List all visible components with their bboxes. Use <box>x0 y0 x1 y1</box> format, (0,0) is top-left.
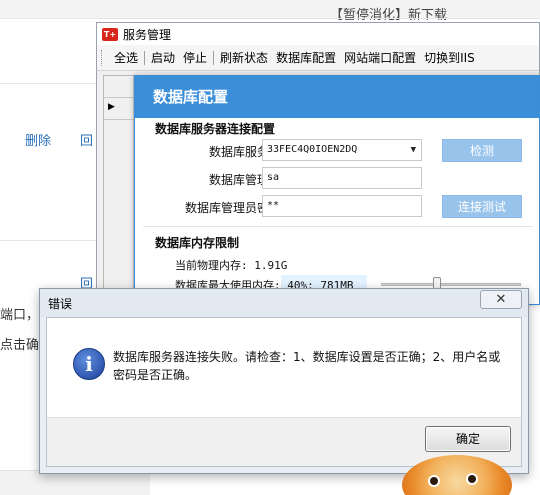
service-toolbar: 全选 启动 停止 刷新状态 数据库配置 网站端口配置 切换到IIS <box>97 45 539 71</box>
toolbar-separator <box>213 50 215 65</box>
memory-section-title: 数据库内存限制 <box>155 236 240 250</box>
toolbar-separator <box>144 50 146 65</box>
db-config-button[interactable]: 数据库配置 <box>272 49 340 66</box>
error-dialog: 错误 ✕ i 数据库服务器连接失败。请检查：1、数据库设置是否正确；2、用户名或… <box>39 288 529 474</box>
connection-section-title: 数据库服务器连接配置 <box>155 122 276 136</box>
section-divider <box>143 226 533 227</box>
divider <box>0 240 100 241</box>
admin-input[interactable]: sa <box>262 167 422 189</box>
physical-memory-text: 当前物理内存: 1.91G <box>175 259 288 272</box>
refresh-status-button[interactable]: 刷新状态 <box>216 49 272 66</box>
db-config-dialog: 数据库配置 数据库服务器连接配置 数据库服务器 33FEC4Q0IOEN2DQ … <box>134 75 540 305</box>
mascot-eye <box>466 473 478 485</box>
password-label: 数据库管理员密码 <box>184 201 281 215</box>
stop-button[interactable]: 停止 <box>179 49 211 66</box>
grid-header-cell <box>104 76 133 98</box>
memory-slider-track[interactable] <box>381 283 521 286</box>
current-row-arrow-icon: ▶ <box>108 102 115 112</box>
error-message: 数据库服务器连接失败。请检查：1、数据库设置是否正确；2、用户名或密码是否正确。 <box>113 350 501 382</box>
close-button[interactable]: ✕ <box>480 290 522 309</box>
error-body: i 数据库服务器连接失败。请检查：1、数据库设置是否正确；2、用户名或密码是否正… <box>46 317 522 417</box>
select-all-button[interactable]: 全选 <box>110 49 142 66</box>
error-titlebar[interactable]: 错误 ✕ <box>40 289 528 317</box>
delete-link[interactable]: 删除 <box>25 130 51 149</box>
ok-button[interactable]: 确定 <box>425 426 511 452</box>
server-value: 33FEC4Q0IOEN2DQ <box>267 144 358 155</box>
password-input[interactable]: ** <box>262 195 422 217</box>
detect-button[interactable]: 检测 <box>442 139 522 162</box>
service-manager-titlebar[interactable]: T+ 服务管理 <box>97 23 539 45</box>
info-icon: i <box>73 348 105 380</box>
connection-test-button[interactable]: 连接测试 <box>442 195 522 218</box>
start-button[interactable]: 启动 <box>147 49 179 66</box>
background-text: 点击确 <box>0 338 40 353</box>
site-port-config-button[interactable]: 网站端口配置 <box>340 49 420 66</box>
db-config-title: 数据库配置 <box>135 76 539 118</box>
mascot-eye <box>428 475 440 487</box>
error-title: 错误 <box>48 297 73 311</box>
close-icon: ✕ <box>495 292 507 307</box>
divider <box>0 83 100 84</box>
service-manager-title: 服务管理 <box>123 27 172 42</box>
divider <box>0 18 540 19</box>
app-logo-icon: T+ <box>102 27 118 41</box>
admin-value: sa <box>267 172 280 183</box>
server-select[interactable]: 33FEC4Q0IOEN2DQ ▼ <box>262 139 422 161</box>
chevron-down-icon[interactable]: ▼ <box>411 140 416 160</box>
password-value: ** <box>267 200 280 211</box>
toolbar-grip[interactable] <box>101 49 104 66</box>
switch-to-iis-button[interactable]: 切换到IIS <box>420 49 479 66</box>
background-link[interactable]: 回 <box>80 130 93 149</box>
